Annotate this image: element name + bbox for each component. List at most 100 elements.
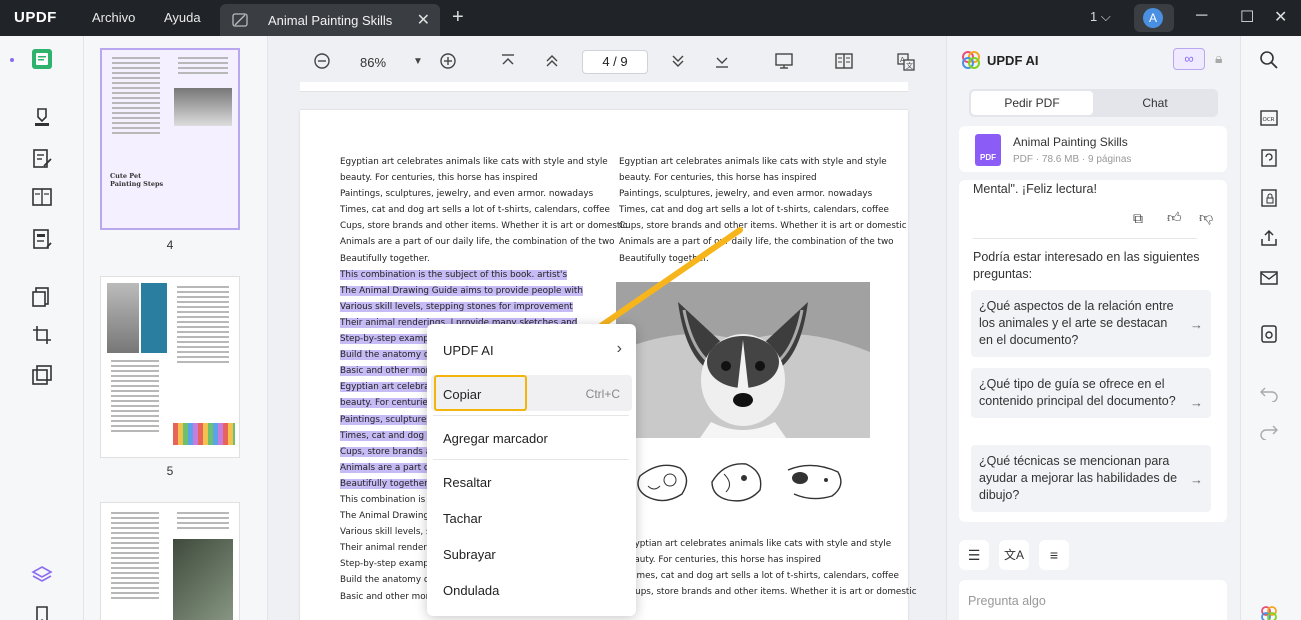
divider	[973, 238, 1197, 239]
ocr-icon[interactable]: OCR	[1259, 108, 1279, 128]
ai-assistant-icon[interactable]	[1259, 604, 1279, 620]
menu-item-underline[interactable]: Subrayar	[443, 547, 496, 562]
thumbnail-page-6[interactable]	[100, 502, 240, 620]
svg-text:A: A	[900, 56, 905, 64]
translate-icon[interactable]: A文	[896, 52, 916, 72]
search-icon[interactable]	[1259, 50, 1279, 70]
tab-chat[interactable]: Chat	[1094, 91, 1216, 115]
convert-icon[interactable]	[1259, 148, 1279, 168]
ai-panel-title: UPDF AI	[987, 53, 1039, 68]
zoom-level[interactable]: 86%	[360, 55, 386, 70]
layers-icon[interactable]	[31, 564, 53, 586]
thumbnail-statue-image	[107, 283, 139, 353]
thumbs-down-icon[interactable]: 👎︎	[1199, 209, 1213, 226]
suggested-question-3[interactable]: ¿Qué técnicas se mencionan para ayudar a…	[971, 445, 1211, 512]
suggested-question-2-text: ¿Qué tipo de guía se ofrece en el conten…	[979, 377, 1176, 408]
page-view-icon[interactable]	[31, 186, 53, 208]
selected-text: Paintings, sculptures,	[340, 414, 434, 425]
sketch-dog-head-1	[637, 464, 688, 502]
highlighter-icon[interactable]	[31, 106, 53, 128]
thumbnail-page-5[interactable]	[100, 276, 240, 458]
presentation-icon[interactable]	[774, 52, 794, 72]
infinity-icon[interactable]: ∞	[1173, 48, 1205, 70]
thumbnail-heading: Cute Pet Painting Steps	[110, 172, 164, 188]
menu-divider	[433, 459, 629, 460]
thumbnail-page-6-text-right	[171, 509, 235, 532]
edit-pdf-icon[interactable]	[31, 148, 53, 170]
close-tab-icon[interactable]: ✕	[417, 10, 430, 30]
suggested-question-3-text: ¿Qué técnicas se mencionan para ayudar a…	[979, 454, 1178, 502]
zoom-out-icon[interactable]	[312, 52, 332, 72]
next-page-icon[interactable]	[668, 52, 688, 72]
lock-icon[interactable]: 🔒︎	[1215, 50, 1222, 67]
menu-item-highlight[interactable]: Resaltar	[443, 475, 491, 490]
previous-page-icon[interactable]	[542, 52, 562, 72]
document-text: Beautifully together.	[340, 253, 430, 264]
document-tab[interactable]: Animal Painting Skills ✕	[220, 4, 440, 36]
document-text-line: Paintings, sculptures, jewelry, and even…	[619, 189, 873, 200]
thumbnail-panel: Cute Pet Painting Steps 4 5	[84, 36, 268, 620]
pdf-file-icon: PDF	[975, 134, 1001, 166]
right-tool-rail: OCR	[1240, 36, 1301, 620]
undo-icon[interactable]	[1259, 382, 1279, 403]
document-text: Times, cat and dog art sells a lot of t-…	[340, 205, 610, 216]
thumbnail-page-4[interactable]: Cute Pet Painting Steps	[100, 48, 240, 230]
organize-pages-icon[interactable]	[31, 286, 53, 308]
file-meta: PDF · 78.6 MB · 9 páginas	[1013, 154, 1132, 165]
menu-item-bookmark[interactable]: Agregar marcador	[443, 431, 548, 446]
selected-text: Build the anatomy of a	[340, 350, 441, 361]
arrow-right-icon: →	[1190, 317, 1203, 332]
menu-ayuda[interactable]: Ayuda	[164, 10, 201, 25]
last-page-icon[interactable]	[712, 52, 732, 72]
first-page-icon[interactable]	[498, 52, 518, 72]
bookmark-icon[interactable]	[31, 604, 53, 620]
thumbs-up-icon[interactable]: 👍︎	[1167, 209, 1182, 226]
share-icon[interactable]	[1259, 228, 1279, 248]
email-icon[interactable]	[1259, 268, 1279, 288]
summarize-icon[interactable]: ≡	[1039, 540, 1069, 570]
page-layout-icon[interactable]	[834, 52, 854, 72]
save-icon[interactable]	[1259, 324, 1279, 344]
reader-mode-icon[interactable]	[31, 48, 53, 70]
suggested-question-2[interactable]: ¿Qué tipo de guía se ofrece en el conten…	[971, 368, 1211, 418]
translate-ai-icon[interactable]: 文A	[999, 540, 1029, 570]
protect-icon[interactable]	[1259, 188, 1279, 208]
thumbnail-door-image	[141, 283, 167, 353]
document-text: Basic and other more	[340, 591, 435, 602]
suggested-question-1[interactable]: ¿Qué aspectos de la relación entre los a…	[971, 290, 1211, 357]
message-tail-text: Mental". ¡Feliz lectura!	[973, 182, 1097, 196]
left-tool-rail	[0, 36, 84, 620]
menu-item-strikethrough[interactable]: Tachar	[443, 511, 482, 526]
chevron-right-icon: ›	[616, 340, 622, 357]
new-tab-icon[interactable]: +	[452, 6, 464, 29]
ask-input-box[interactable]: Pregunta algo	[959, 580, 1227, 620]
maximize-icon[interactable]: ☐	[1240, 7, 1254, 27]
menu-item-updf-ai[interactable]: UPDF AI	[443, 343, 494, 358]
copy-icon[interactable]: ⧉	[1133, 210, 1143, 227]
window-count[interactable]: 1 ⌵	[1090, 9, 1111, 25]
zoom-dropdown-icon[interactable]: ▼	[408, 56, 428, 76]
crop-icon[interactable]	[31, 324, 53, 346]
account-button[interactable]: A	[1134, 4, 1174, 32]
form-icon[interactable]	[31, 228, 53, 250]
ai-assistant-panel: UPDF AI ∞ 🔒︎ Pedir PDF Chat PDF Animal P…	[946, 36, 1240, 620]
minimize-icon[interactable]: ─	[1196, 7, 1207, 25]
menu-item-wavy[interactable]: Ondulada	[443, 583, 499, 598]
list-icon[interactable]: ☰	[959, 540, 989, 570]
active-indicator	[10, 58, 14, 62]
sketch-dog-nose	[787, 464, 842, 500]
zoom-in-icon[interactable]	[438, 52, 458, 72]
page-number-input[interactable]: 4 / 9	[582, 50, 648, 74]
menu-item-copy[interactable]: Copiar	[443, 387, 481, 402]
thumbnail-page-4-text-right	[172, 54, 234, 77]
updf-ai-logo-icon	[962, 51, 980, 69]
svg-text:OCR: OCR	[1263, 117, 1275, 123]
tab-ask-pdf[interactable]: Pedir PDF	[971, 91, 1093, 115]
app-logo[interactable]: UPDF	[14, 9, 57, 26]
redo-icon[interactable]	[1259, 420, 1279, 441]
selected-text: beauty. For centuries,	[340, 398, 436, 409]
view-toolbar: 86% ▼ 4 / 9 A文	[268, 36, 946, 88]
tools-icon[interactable]	[31, 364, 53, 386]
menu-archivo[interactable]: Archivo	[92, 10, 135, 25]
close-window-icon[interactable]: ✕	[1274, 7, 1287, 27]
